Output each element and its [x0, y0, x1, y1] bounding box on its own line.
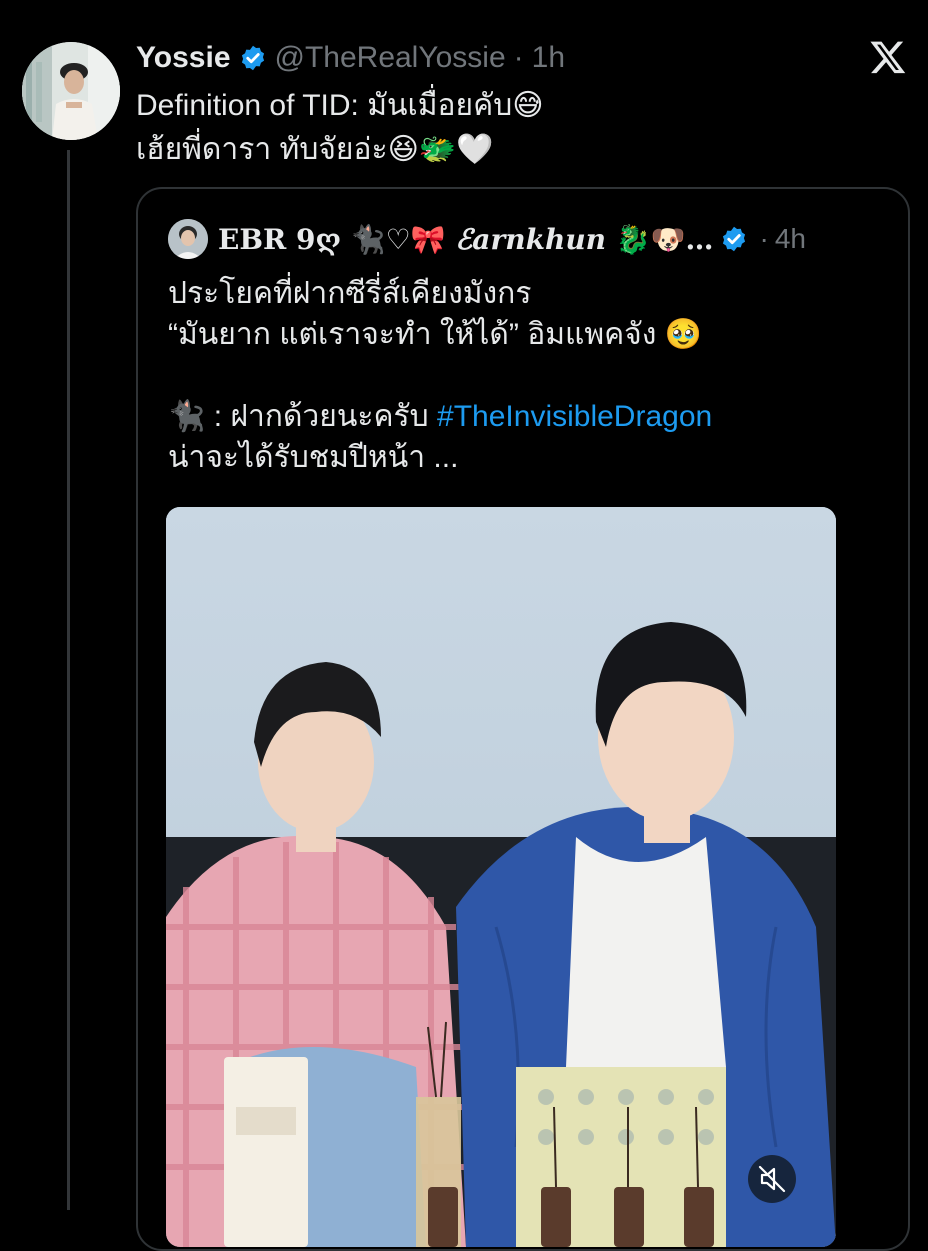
- avatar-image: [22, 42, 120, 140]
- tweet-text: Definition of TID: มันเมื่อยคับ😅 เฮ้ยพี่…: [136, 84, 896, 172]
- thread-connector-line: [67, 150, 70, 1210]
- volume-mute-icon[interactable]: [748, 1155, 796, 1203]
- quoted-tweet-text: ประโยคที่ฝากซีรี่ส์เคียงมังกร “มันยาก แต…: [168, 273, 888, 478]
- timestamp[interactable]: 1h: [532, 41, 565, 75]
- quoted-author-name-emoji: 🐉🐶…: [615, 222, 714, 256]
- quoted-avatar[interactable]: [168, 219, 208, 259]
- quoted-emoji-cat: 🐈‍⬛: [168, 400, 206, 433]
- quoted-avatar-image: [168, 219, 208, 259]
- quoted-media-video[interactable]: [166, 507, 836, 1247]
- quoted-text-line-3-text: : ฝากด้วยนะครับ: [205, 400, 438, 433]
- quoted-text-line-3: 🐈‍⬛ : ฝากด้วยนะครับ #TheInvisibleDragon: [168, 396, 888, 437]
- quoted-author-name[interactable]: EBR 9ღ 🐈‍⬛♡🎀 ℰarnkhun 🐉🐶…: [218, 223, 714, 256]
- author-handle[interactable]: @TheRealYossie: [275, 41, 506, 75]
- header-separator: ·: [513, 41, 524, 74]
- tweet-emoji-1: 😅: [512, 89, 544, 122]
- tweet-text-line-2: เฮ้ยพี่ดารา ทับจัยอ่ะ😆🐲🤍: [136, 128, 896, 172]
- quoted-author-name-text: EBR 9ღ: [218, 222, 351, 256]
- quoted-text-line-2-text: “มันยาก แต่เราจะทำ ให้ได้” อิมแพคจัง: [168, 318, 665, 351]
- quoted-emoji-pleading: 🥹: [664, 318, 703, 351]
- quoted-text-line-4: น่าจะได้รับชมปีหน้า ...: [168, 441, 459, 474]
- quoted-text-line-1: ประโยคที่ฝากซีรี่ส์เคียงมังกร: [168, 277, 532, 310]
- tweet-text-line-2-text: เฮ้ยพี่ดารา ทับจัยอ่ะ: [136, 133, 388, 166]
- author-name[interactable]: Yossie: [136, 41, 231, 75]
- quoted-author-name-fancy: ℰarnkhun: [445, 222, 616, 256]
- quoted-header-separator: ·: [759, 223, 769, 254]
- quoted-verified-badge-icon: [722, 226, 745, 252]
- quoted-blank-line: [168, 355, 888, 396]
- video-frame-image: [166, 507, 836, 1247]
- quoted-author-name-symbols: 🐈‍⬛♡🎀: [350, 222, 446, 256]
- avatar[interactable]: [22, 42, 120, 140]
- tweet-text-line-1-text: Definition of TID: มันเมื่อยคับ: [136, 89, 513, 122]
- hashtag-link[interactable]: #TheInvisibleDragon: [437, 400, 712, 433]
- quoted-tweet[interactable]: EBR 9ღ 🐈‍⬛♡🎀 ℰarnkhun 🐉🐶… · 4h ประโยคที่…: [136, 187, 910, 1251]
- tweet[interactable]: Yossie @TheRealYossie · 1h Definition of…: [0, 0, 928, 1251]
- tweet-emoji-2: 😆🐲🤍: [387, 133, 494, 166]
- quoted-text-line-2: “มันยาก แต่เราจะทำ ให้ได้” อิมแพคจัง 🥹: [168, 314, 888, 355]
- x-logo-icon[interactable]: [868, 38, 908, 76]
- verified-badge-icon: [241, 45, 264, 71]
- quoted-timestamp[interactable]: 4h: [775, 223, 806, 255]
- quoted-tweet-header: EBR 9ღ 🐈‍⬛♡🎀 ℰarnkhun 🐉🐶… · 4h: [168, 217, 806, 261]
- tweet-text-line-1: Definition of TID: มันเมื่อยคับ😅: [136, 84, 896, 128]
- tweet-header: Yossie @TheRealYossie · 1h: [136, 36, 565, 80]
